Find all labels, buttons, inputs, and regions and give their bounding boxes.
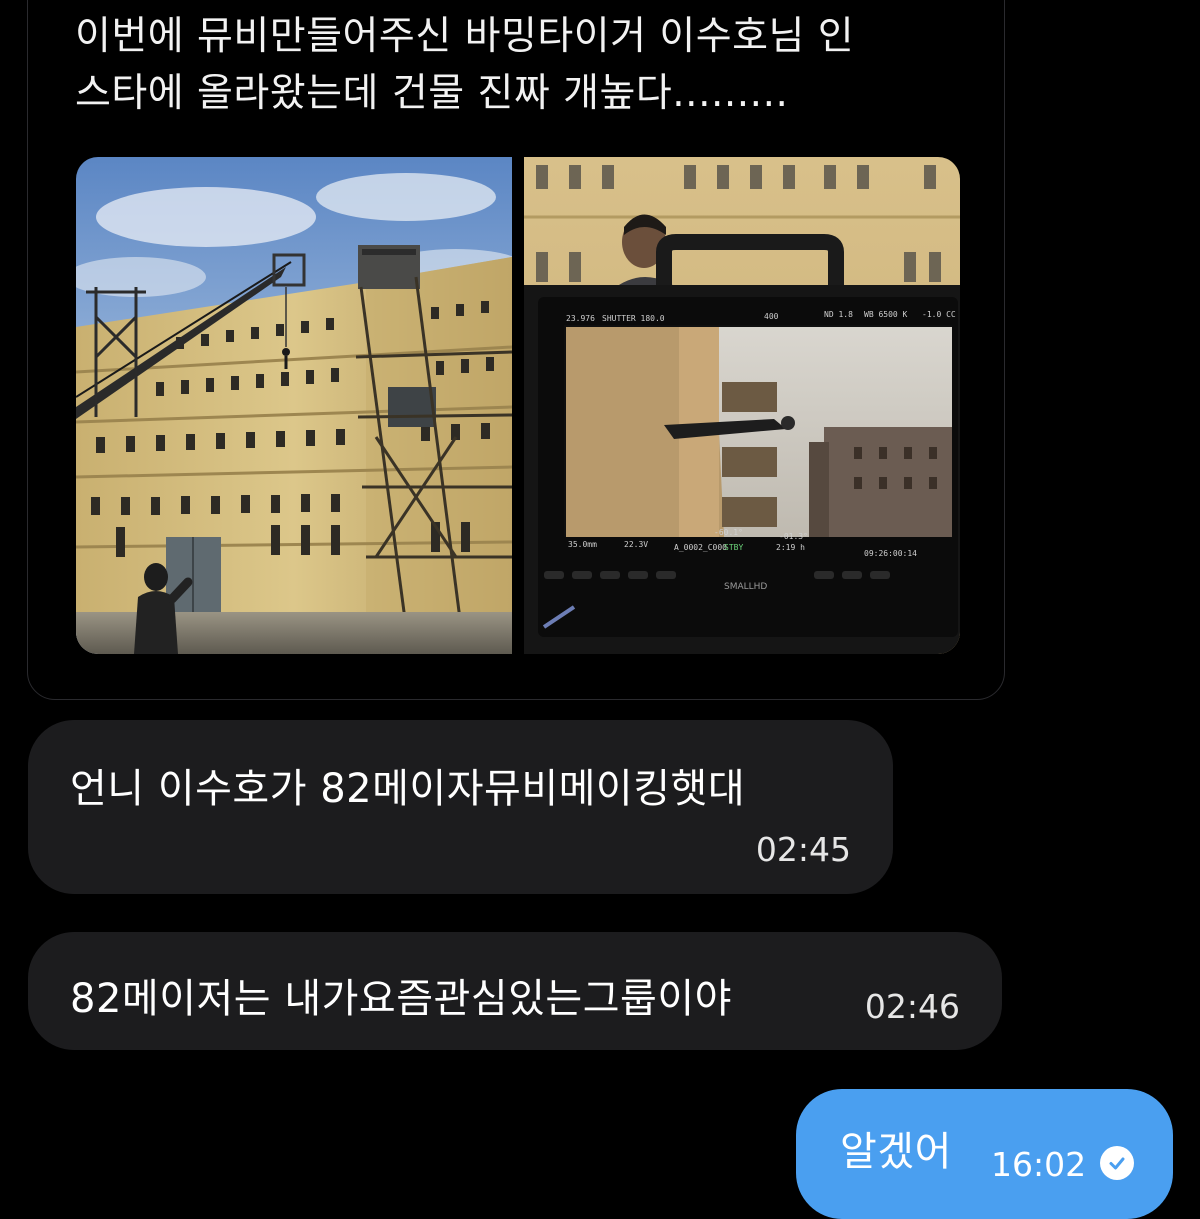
monitor-timecode: 09:26:00:14	[864, 549, 917, 558]
monitor-shutter: SHUTTER 180.0	[602, 314, 665, 323]
monitor-tilt-1: -60.1°	[714, 528, 743, 537]
monitor-fps: 23.976	[566, 314, 595, 323]
monitor-tint: -1.0 CC	[922, 310, 956, 319]
quoted-line-2: 스타에 올라왔는데 건물 진짜 개높다.........	[75, 71, 789, 116]
monitor-remain: 2:19 h	[776, 543, 805, 552]
monitor-brand: SMALLHD	[724, 582, 767, 592]
camera-monitor-photo-icon[interactable]: 23.976 SHUTTER 180.0 400 ND 1.8 WB 6500 …	[524, 157, 960, 654]
quoted-message-text: 이번에 뮤비만들어주신 바밍타이거 이수호님 인 스타에 올라왔는데 건물 진짜…	[75, 8, 975, 122]
message-bubble-incoming-1[interactable]: 언니 이수호가 82메이자뮤비메이킹햇대 02:45	[28, 720, 893, 894]
message-bubble-outgoing[interactable]: 알겠어 16:02	[796, 1089, 1173, 1219]
message-text: 알겠어	[840, 1129, 952, 1175]
read-receipt-check-icon	[1100, 1146, 1134, 1180]
monitor-lens: 35.0mm	[568, 540, 597, 549]
monitor-status: STBY	[724, 543, 743, 552]
monitor-tilt-2: -01.3°	[779, 532, 808, 541]
quoted-line-1: 이번에 뮤비만들어주신 바밍타이거 이수호님 인	[75, 14, 855, 59]
message-time: 02:46	[864, 987, 960, 1026]
message-time: 02:45	[755, 830, 851, 869]
message-text: 언니 이수호가 82메이자뮤비메이킹햇대	[70, 766, 746, 812]
monitor-clip: A_0002_C000	[674, 543, 727, 552]
monitor-nd: ND 1.8	[824, 310, 853, 319]
message-time: 16:02	[991, 1145, 1087, 1184]
monitor-wb: WB 6500 K	[864, 310, 908, 319]
building-crane-photo-icon[interactable]	[76, 157, 512, 654]
monitor-tstop: 22.3V	[624, 540, 648, 549]
message-bubble-incoming-2[interactable]: 82메이저는 내가요즘관심있는그룹이야 02:46	[28, 932, 1002, 1050]
message-text: 82메이저는 내가요즘관심있는그룹이야	[70, 976, 732, 1022]
photo-grid: 23.976 SHUTTER 180.0 400 ND 1.8 WB 6500 …	[76, 157, 960, 654]
monitor-iso: 400	[764, 312, 779, 321]
